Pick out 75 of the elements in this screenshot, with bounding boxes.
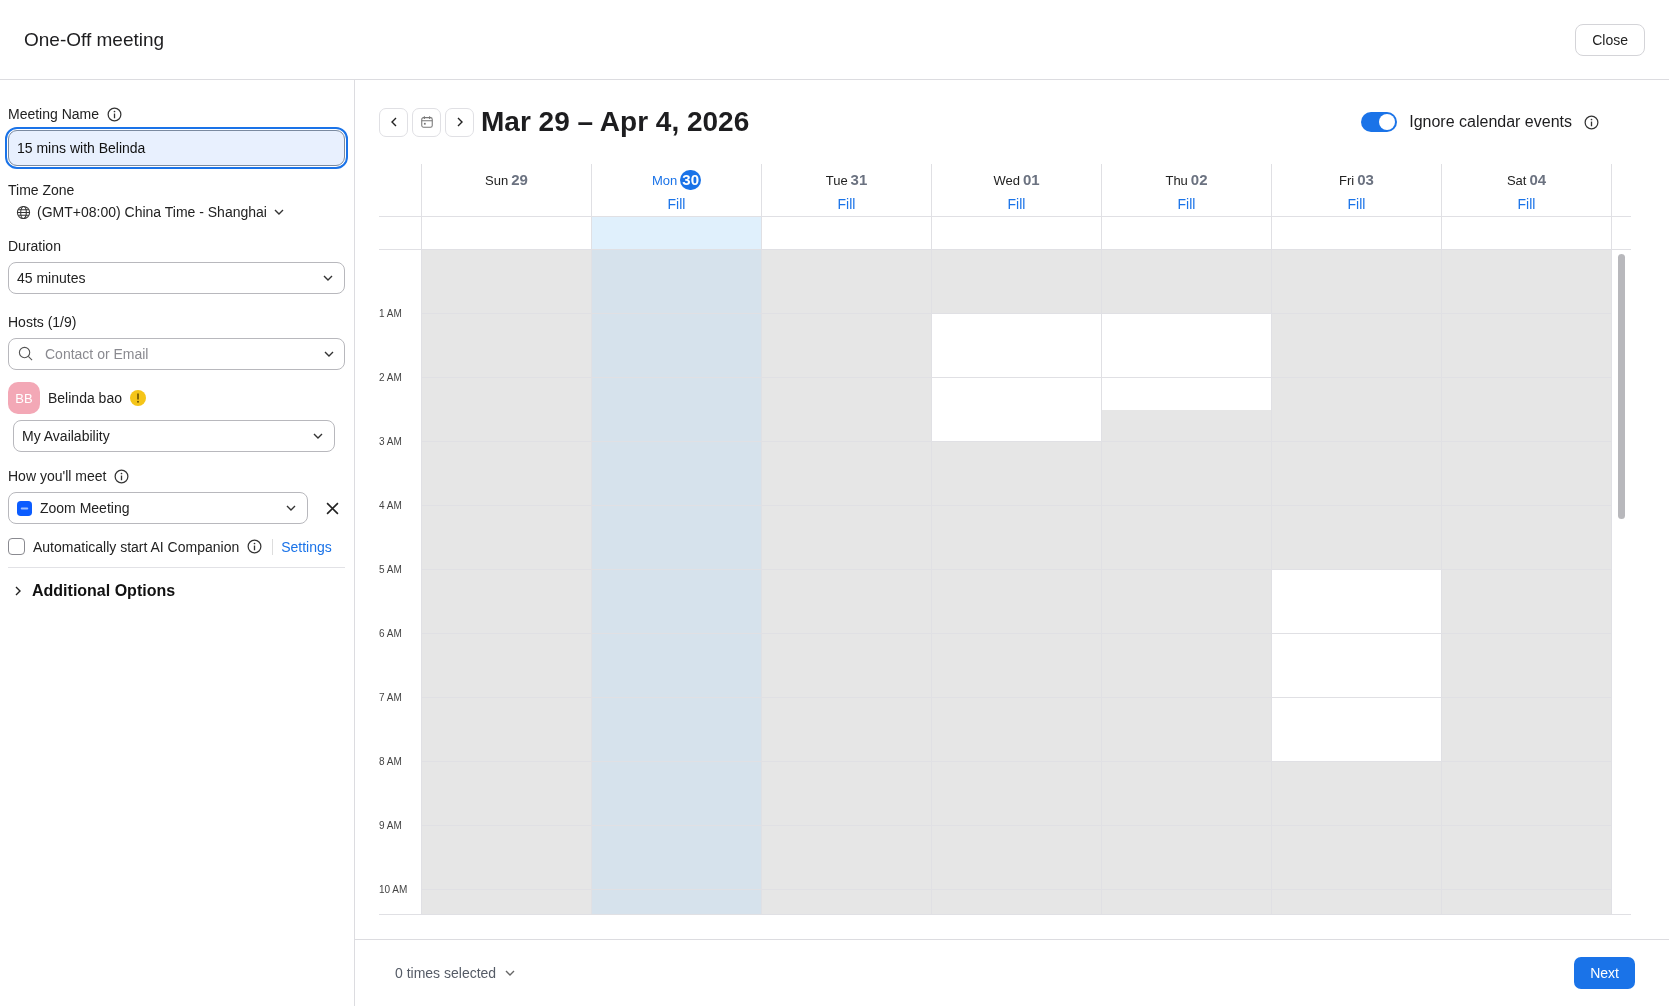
fill-link[interactable]: Fill [1347,196,1366,212]
availability-dropdown[interactable]: My Availability [13,420,335,452]
additional-options-toggle[interactable]: Additional Options [8,568,345,614]
day-column[interactable] [421,250,591,914]
search-icon [18,346,33,361]
fill-link[interactable]: Fill [667,196,686,212]
duration-dropdown[interactable]: 45 minutes [8,262,345,294]
checkbox-label: Automatically start AI Companion [33,538,240,555]
info-icon [1584,114,1599,130]
time-label: 4 AM [379,500,403,511]
avatar: BB [8,382,40,414]
time-label: 3 AM [379,436,403,447]
chevron-down-icon [312,432,324,440]
time-zone-dropdown[interactable]: (GMT+08:00) China Time - Shanghai [8,200,345,224]
field-label: How you'll meet [8,468,107,484]
time-label: 1 AM [379,308,403,319]
times-selected-dropdown[interactable]: 0 times selected [395,964,517,981]
chevron-down-icon [285,504,297,512]
time-label: 8 AM [379,756,403,767]
info-icon [107,106,123,122]
calendar-icon [419,115,434,129]
time-label: 2 AM [379,372,403,383]
chevron-down-icon [272,208,285,216]
time-label: 10 AM [379,884,409,895]
day-column[interactable] [1101,250,1271,914]
fill-link[interactable]: Fill [837,196,856,212]
day-column[interactable] [761,250,931,914]
settings-link[interactable]: Settings [272,538,332,555]
chevron-right-icon [14,585,22,597]
day-header: Wed 01 [993,170,1040,190]
field-label: Meeting Name [8,106,100,122]
time-label: 5 AM [379,564,403,575]
meeting-type-dropdown[interactable]: Zoom Meeting [8,492,308,524]
chevron-down-icon [322,274,334,282]
toggle-switch[interactable] [1361,112,1398,132]
next-week-button[interactable] [445,107,474,137]
checkbox[interactable] [8,538,25,555]
chevron-right-icon [455,116,464,128]
chevron-down-icon [504,968,517,977]
day-column[interactable] [1441,250,1611,914]
field-label: Time Zone [8,182,75,198]
info-icon [247,539,263,554]
field-label: Duration [8,238,61,254]
next-button[interactable]: Next [1574,956,1635,989]
fill-link[interactable]: Fill [1177,196,1196,212]
time-label: 9 AM [379,820,403,831]
host-name: Belinda bao [48,390,122,406]
fill-link[interactable]: Fill [1517,196,1536,212]
calendar-button[interactable] [412,107,441,137]
info-icon [114,468,130,484]
time-label: 7 AM [379,692,403,703]
toggle-label: Ignore calendar events [1409,113,1572,131]
app-logo-icon [17,500,32,516]
field-label: Hosts (1/9) [8,314,77,330]
day-column[interactable] [931,250,1101,914]
date-range-title: Mar 29 – Apr 4, 2026 [481,106,751,138]
globe-icon [16,204,31,220]
chevron-down-icon [323,350,335,358]
meeting-name-field[interactable]: 15 mins with Belinda [8,130,345,166]
day-header: Sat 04 [1506,170,1547,190]
day-header: Tue 31 [825,170,868,190]
chevron-left-icon [389,116,398,128]
day-header: Mon 30 [652,170,701,190]
day-header: Fri 03 [1339,170,1374,190]
fill-link[interactable]: Fill [1007,196,1026,212]
close-button[interactable]: Close [1575,23,1645,56]
day-header: Sun 29 [485,170,528,190]
host-search-field[interactable]: Contact or Email [8,338,345,370]
scrollbar[interactable] [1618,254,1625,519]
window-title: One-Off meeting [24,28,165,51]
day-column[interactable] [1271,250,1441,914]
day-column[interactable] [591,250,761,914]
time-label: 6 AM [379,628,403,639]
previous-button[interactable] [379,107,408,137]
day-header: Thu 02 [1165,170,1208,190]
